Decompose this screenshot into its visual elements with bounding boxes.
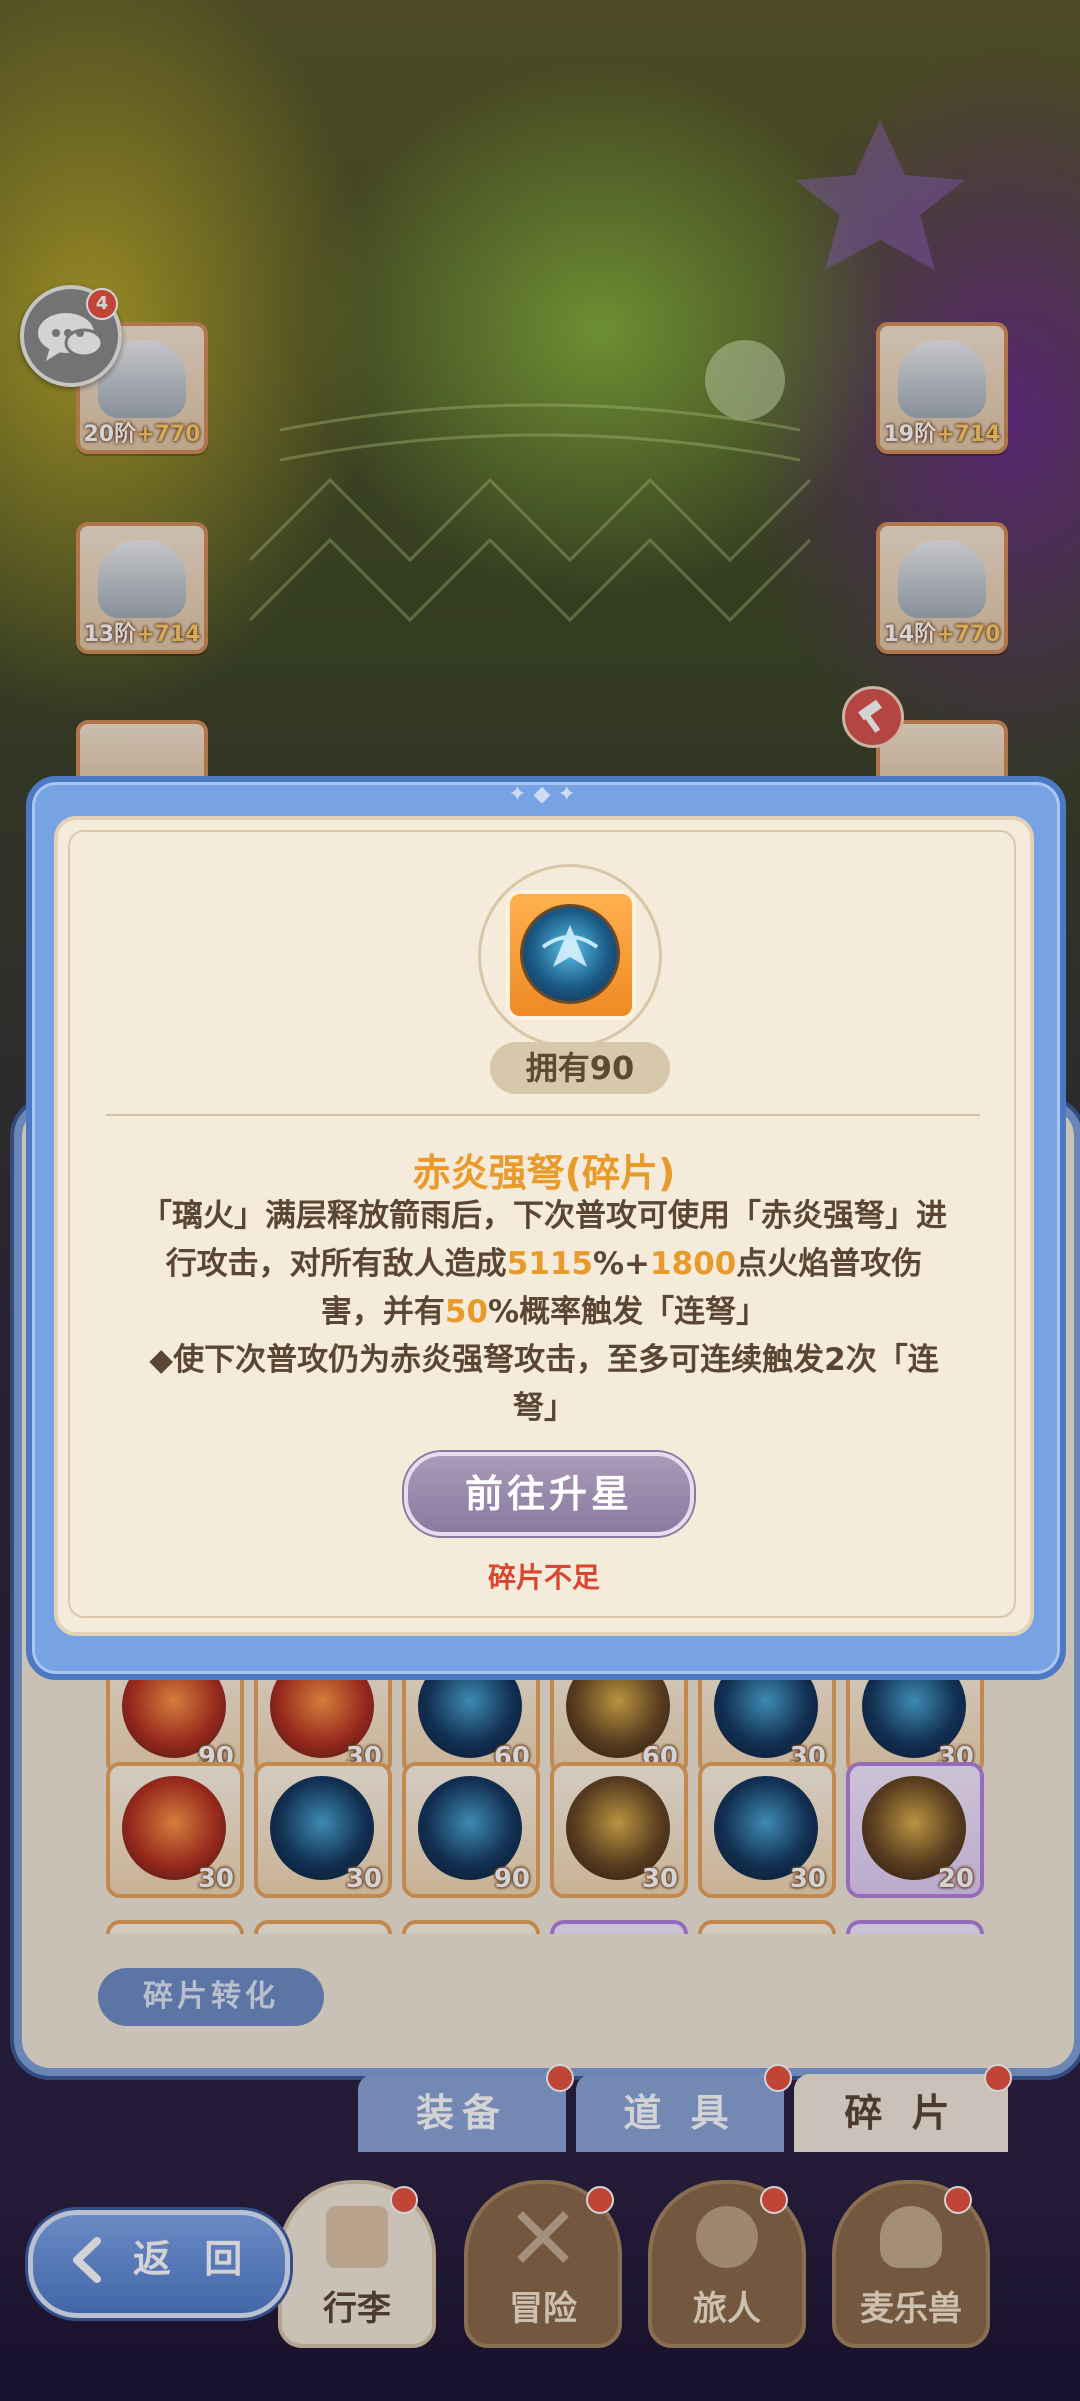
- item-title: 赤炎强弩(碎片): [412, 1151, 676, 1195]
- owned-count: 拥有90: [490, 1042, 670, 1094]
- crossbow-glyph: [541, 925, 599, 967]
- dialog-content: 拥有90 赤炎强弩(碎片) 「璃火」满层释放箭雨后，下次普攻可使用「赤炎强弩」进…: [54, 816, 1034, 1636]
- ornament-icon: ✦ ◆ ✦: [508, 782, 576, 807]
- fragment-detail-dialog: ✦ ◆ ✦ 拥有90 赤炎强弩(碎片) 「璃火」满层释放箭雨后，下次普攻可使用「…: [26, 776, 1066, 1680]
- divider: [106, 1114, 980, 1116]
- crossbow-fragment-icon: [520, 904, 620, 1004]
- item-description: 「璃火」满层释放箭雨后，下次普攻可使用「赤炎强弩」进行攻击，对所有敌人造成511…: [141, 1198, 947, 1426]
- item-icon-tile: [506, 890, 636, 1020]
- upgrade-star-button[interactable]: 前往升星: [404, 1452, 694, 1536]
- insufficient-fragments-warning: 碎片不足: [487, 1561, 600, 1594]
